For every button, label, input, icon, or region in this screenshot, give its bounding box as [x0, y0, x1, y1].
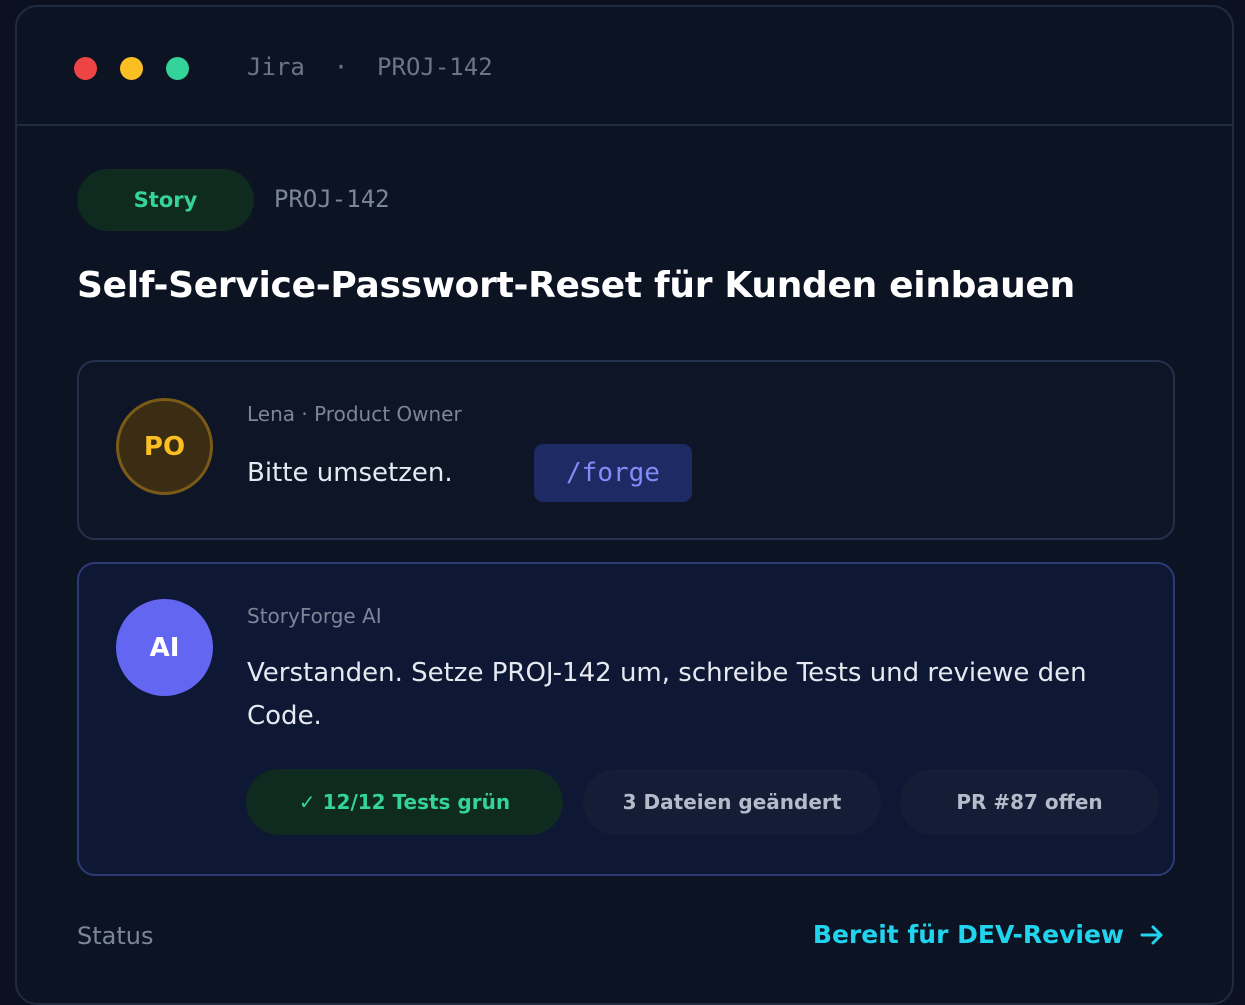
avatar-ai: AI	[116, 599, 213, 696]
tests-status-pill[interactable]: ✓ 12/12 Tests grün	[246, 769, 563, 835]
window-title: Jira · PROJ-142	[247, 53, 493, 81]
status-label: Status	[77, 922, 154, 950]
issue-key[interactable]: PROJ-142	[274, 185, 390, 213]
avatar-po: PO	[116, 398, 213, 495]
minimize-window-dot[interactable]	[120, 57, 143, 80]
comment-text: Verstanden. Setze PROJ-142 um, schreibe …	[247, 658, 1087, 731]
pull-request-pill[interactable]: PR #87 offen	[900, 769, 1159, 835]
window-titlebar: Jira · PROJ-142	[17, 7, 1232, 126]
status-value-text: Bereit für DEV-Review	[812, 920, 1124, 949]
comment-text: Bitte umsetzen.	[247, 458, 453, 488]
forge-command-chip[interactable]: /forge	[534, 444, 692, 502]
status-value-link[interactable]: Bereit für DEV-Review	[813, 920, 1166, 949]
files-changed-pill[interactable]: 3 Dateien geändert	[583, 769, 881, 835]
arrow-right-icon	[1138, 921, 1166, 949]
comment-product-owner: PO Lena · Product Owner Bitte umsetzen. …	[77, 360, 1175, 540]
comment-author: StoryForge AI	[247, 604, 382, 628]
maximize-window-dot[interactable]	[166, 57, 189, 80]
issue-title: Self-Service-Passwort-Reset für Kunden e…	[77, 265, 1075, 306]
comment-storyforge-ai: AI StoryForge AI Verstanden. Setze PROJ-…	[77, 562, 1175, 876]
close-window-dot[interactable]	[74, 57, 97, 80]
issue-type-badge: Story	[77, 169, 254, 231]
comment-author: Lena · Product Owner	[247, 402, 462, 426]
jira-window: Jira · PROJ-142 Story PROJ-142 Self-Serv…	[15, 5, 1234, 1005]
